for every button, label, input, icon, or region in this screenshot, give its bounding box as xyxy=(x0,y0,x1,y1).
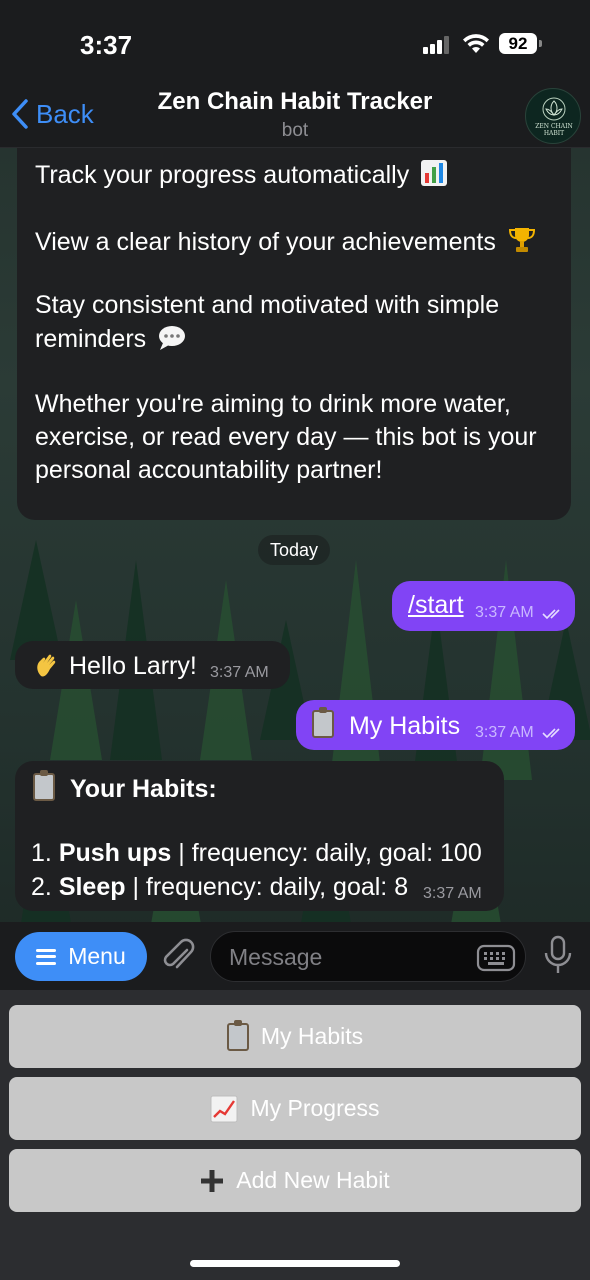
intro-line: View a clear history of your achievement… xyxy=(35,228,496,256)
menu-button[interactable]: Menu xyxy=(15,932,147,981)
message-time: 3:37 AM xyxy=(475,604,534,621)
waving-hand-icon xyxy=(37,654,56,677)
date-separator: Today xyxy=(258,535,330,565)
habit-name: Push ups xyxy=(58,839,172,867)
message-input[interactable] xyxy=(229,942,469,972)
bot-intro-message: Track your progress automatically View a… xyxy=(17,148,571,520)
avatar-logo-text: ZEN CHAIN HABIT xyxy=(535,123,573,137)
chat-title-area[interactable]: Zen Chain Habit Tracker bot xyxy=(100,88,490,142)
trophy-icon xyxy=(508,228,535,252)
status-bar: 3:37 92 xyxy=(0,0,590,84)
outgoing-message[interactable]: /start 3:37 AM xyxy=(392,581,575,631)
chevron-left-icon xyxy=(12,99,28,129)
bar-chart-icon xyxy=(421,160,448,186)
outgoing-message[interactable]: My Habits 3:37 AM xyxy=(296,700,575,750)
cellular-signal-icon xyxy=(423,36,453,54)
wifi-icon xyxy=(463,34,489,53)
clipboard-icon xyxy=(33,770,55,801)
message-text: Hello Larry! xyxy=(69,652,197,680)
clipboard-icon xyxy=(226,1019,249,1051)
bot-avatar[interactable]: ZEN CHAIN HABIT xyxy=(525,88,581,144)
keyboard-button-label: My Habits xyxy=(260,1023,364,1049)
clipboard-icon xyxy=(312,707,334,738)
bot-reply-keyboard: My Habits My Progress Add New Habit xyxy=(0,990,590,1280)
message-time: 3:37 AM xyxy=(423,885,482,902)
double-check-icon xyxy=(542,609,560,620)
chat-subtitle: bot xyxy=(281,120,309,141)
chat-header: Back Zen Chain Habit Tracker bot xyxy=(0,84,590,148)
my-progress-button[interactable]: My Progress xyxy=(9,1077,581,1140)
chat-title: Zen Chain Habit Tracker xyxy=(157,88,433,115)
speech-bubble-icon xyxy=(159,326,186,350)
habit-number: 1. xyxy=(31,839,52,867)
keyboard-icon[interactable] xyxy=(476,944,516,972)
microphone-icon[interactable] xyxy=(542,935,574,977)
menu-label: Menu xyxy=(68,943,126,969)
hamburger-icon xyxy=(36,948,57,965)
habit-number: 2. xyxy=(31,873,52,901)
message-time: 3:37 AM xyxy=(210,664,269,681)
intro-line: Stay consistent and motivated with simpl… xyxy=(35,291,500,319)
intro-line: personal accountability partner! xyxy=(35,456,383,484)
home-indicator[interactable] xyxy=(190,1260,400,1267)
intro-line: exercise, or read every day — this bot i… xyxy=(35,423,537,451)
habit-item: 1. Push ups | frequency: daily, goal: 10… xyxy=(31,839,482,868)
message-text: My Habits xyxy=(348,712,461,740)
double-check-icon xyxy=(542,728,560,739)
add-new-habit-button[interactable]: Add New Habit xyxy=(9,1149,581,1212)
message-time: 3:37 AM xyxy=(475,724,534,741)
keyboard-button-label: Add New Habit xyxy=(236,1167,390,1193)
composer-bar: Menu xyxy=(0,922,590,990)
status-time: 3:37 xyxy=(80,30,133,60)
habits-heading: Your Habits: xyxy=(69,775,217,803)
my-habits-button[interactable]: My Habits xyxy=(9,1005,581,1068)
paperclip-icon[interactable] xyxy=(160,936,196,976)
back-label: Back xyxy=(36,98,94,129)
chart-increasing-icon xyxy=(210,1095,238,1122)
plus-icon xyxy=(201,1169,224,1192)
habit-detail: | frequency: daily, goal: 100 xyxy=(171,839,482,867)
back-button[interactable]: Back xyxy=(10,96,94,132)
message-field[interactable] xyxy=(210,931,526,982)
keyboard-button-label: My Progress xyxy=(250,1095,380,1121)
command-link[interactable]: /start xyxy=(408,591,464,620)
battery-icon: 92 xyxy=(499,33,542,54)
incoming-message[interactable]: Hello Larry! 3:37 AM xyxy=(15,641,290,689)
intro-line: Whether you're aiming to drink more wate… xyxy=(35,390,511,418)
message-list[interactable]: Track your progress automatically View a… xyxy=(0,148,590,922)
habit-name: Sleep xyxy=(58,873,126,901)
habits-list-message[interactable]: Your Habits: 1. Push ups | frequency: da… xyxy=(15,761,504,911)
intro-line: reminders xyxy=(35,325,147,353)
habit-detail: | frequency: daily, goal: 8 xyxy=(125,873,409,901)
intro-line: Track your progress automatically xyxy=(35,161,410,189)
habit-item: 2. Sleep | frequency: daily, goal: 8 xyxy=(31,873,408,902)
